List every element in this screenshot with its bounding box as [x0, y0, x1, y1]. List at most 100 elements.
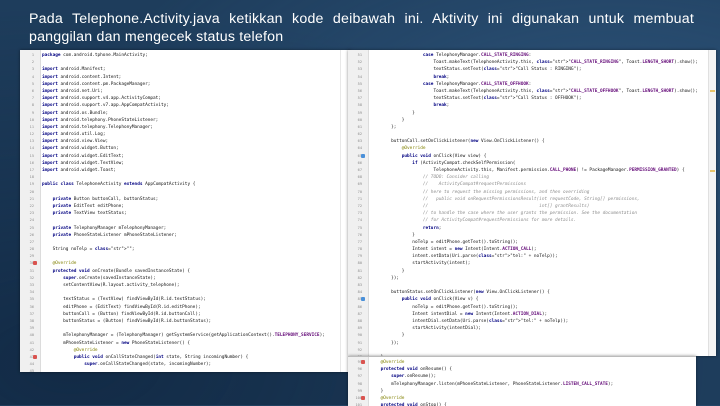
- code-line[interactable]: 25 private TelephonyManager mTelephonyMa…: [20, 225, 350, 232]
- code-line[interactable]: 20: [20, 189, 350, 196]
- code-line[interactable]: 70 // here to request the missing permis…: [348, 189, 716, 196]
- code-line[interactable]: 14 import android.widget.Button;: [20, 145, 350, 152]
- code-line[interactable]: 95 @Override: [348, 359, 696, 366]
- code-line[interactable]: 57 textStatus.setText(class="str">"Call …: [348, 95, 716, 102]
- code-line[interactable]: 80 startActivity(intent);: [348, 260, 716, 267]
- code-line[interactable]: 56 Toast.makeText(TelephoneActivity.this…: [348, 88, 716, 95]
- code-line[interactable]: 97 super.onResume();: [348, 373, 696, 380]
- code-line[interactable]: 83: [348, 282, 716, 289]
- code-line[interactable]: 17 import android.widget.Toast;: [20, 167, 350, 174]
- code-line[interactable]: 54 break;: [348, 74, 716, 81]
- code-line[interactable]: 72 // int[] grantResults): [348, 203, 716, 210]
- code-line[interactable]: 67 TelephoneActivity.this, Manifest.perm…: [348, 167, 716, 174]
- code-line[interactable]: 27: [20, 239, 350, 246]
- code-line[interactable]: 78 Intent intent = new Intent(Intent.ACT…: [348, 246, 716, 253]
- code-line[interactable]: 18: [20, 174, 350, 181]
- code-line[interactable]: 98 mTelephonyManager.listen(mPhoneStateL…: [348, 381, 696, 388]
- code-line[interactable]: 36 editPhone = (EditText) findViewById(R…: [20, 304, 350, 311]
- code-line[interactable]: 61 };: [348, 124, 716, 131]
- code-line[interactable]: 35 textStatus = (TextView) findViewById(…: [20, 296, 350, 303]
- code-line[interactable]: 44 super.onCallStateChanged(state, incom…: [20, 361, 350, 368]
- code-line[interactable]: 29: [20, 253, 350, 260]
- code-line[interactable]: 7 import android.support.v4.app.ActivityC…: [20, 95, 350, 102]
- code-line[interactable]: 77 noTelp = editPhone.getText().toString…: [348, 239, 716, 246]
- code-line[interactable]: 5 import android.content.pm.PackageManage…: [20, 81, 350, 88]
- code-line[interactable]: 90 }: [348, 332, 716, 339]
- code-line[interactable]: 3 import android.Manifest;: [20, 66, 350, 73]
- code-line[interactable]: 41 mPhoneStateListener = new PhoneStateL…: [20, 340, 350, 347]
- code-line[interactable]: 2: [20, 59, 350, 66]
- code-line[interactable]: 99 }: [348, 388, 696, 395]
- code-line[interactable]: 86 noTelp = editPhone.getText().toString…: [348, 304, 716, 311]
- code-line[interactable]: 16 import android.widget.TextView;: [20, 160, 350, 167]
- code-line[interactable]: 71 // public void onRequestPermissionsRe…: [348, 196, 716, 203]
- code-line[interactable]: 82 });: [348, 275, 716, 282]
- code-line[interactable]: 88 intentDial.setData(Uri.parse(class="s…: [348, 318, 716, 325]
- code-line[interactable]: 15 import android.widget.EditText;: [20, 153, 350, 160]
- code-line[interactable]: 53 textStatus.setText(class="str">"Call …: [348, 66, 716, 73]
- code-line[interactable]: 62: [348, 131, 716, 138]
- code-line[interactable]: 40 mTelephonyManager = (TelephonyManager…: [20, 332, 350, 339]
- code-line[interactable]: 73 // to handle the case where the user …: [348, 210, 716, 217]
- code-line[interactable]: 100 @Override: [348, 395, 696, 402]
- override-gutter-icon[interactable]: [33, 261, 37, 266]
- code-line[interactable]: 76 }: [348, 232, 716, 239]
- code-line[interactable]: 101 protected void onStop() {: [348, 402, 696, 406]
- code-line[interactable]: 39: [20, 325, 350, 332]
- code-line[interactable]: 23 private TextView textStatus;: [20, 210, 350, 217]
- override-gutter-icon[interactable]: [361, 360, 365, 364]
- code-line[interactable]: 75 return;: [348, 225, 716, 232]
- code-line[interactable]: 13 import android.view.View;: [20, 138, 350, 145]
- code-editor-panel-bottom[interactable]: 95 @Override 96 protected void onResume()…: [348, 356, 696, 406]
- code-line[interactable]: 96 protected void onResume() {: [348, 366, 696, 373]
- code-line[interactable]: 64 @Override: [348, 145, 716, 152]
- code-line[interactable]: 4 import android.content.Intent;: [20, 74, 350, 81]
- code-line[interactable]: 92: [348, 347, 716, 354]
- code-line[interactable]: 60 }: [348, 117, 716, 124]
- code-line[interactable]: 89 startActivity(intentDial);: [348, 325, 716, 332]
- code-line[interactable]: 24: [20, 217, 350, 224]
- code-line[interactable]: 9 import android.os.Bundle;: [20, 110, 350, 117]
- code-line[interactable]: 65 public void onClick(View view) {: [348, 153, 716, 160]
- code-line[interactable]: 45: [20, 368, 350, 372]
- code-line[interactable]: 19 public class TelephoneActivity extends…: [20, 181, 350, 188]
- code-line[interactable]: 68 // TODO: Consider calling: [348, 174, 716, 181]
- code-line[interactable]: 37 buttonCall = (Button) findViewById(R.…: [20, 311, 350, 318]
- code-line[interactable]: 81 }: [348, 268, 716, 275]
- code-line[interactable]: 28 String noTelp = class="str">"";: [20, 246, 350, 253]
- code-editor-panel-right[interactable]: 51 case TelephonyManager.CALL_STATE_RING…: [348, 50, 716, 356]
- code-editor-panel-left[interactable]: 1 package com.android.tphone.MainActivity…: [20, 50, 350, 372]
- code-line[interactable]: 43 public void onCallStateChanged(int st…: [20, 354, 350, 361]
- code-line[interactable]: 55 case TelephonyManager.CALL_STATE_OFFH…: [348, 81, 716, 88]
- code-line[interactable]: 6 import android.net.Uri;: [20, 88, 350, 95]
- code-line[interactable]: 58 break;: [348, 102, 716, 109]
- override-gutter-icon[interactable]: [361, 395, 365, 400]
- code-line[interactable]: 91 });: [348, 340, 716, 347]
- code-line[interactable]: 32 super.onCreate(savedInstanceState);: [20, 275, 350, 282]
- code-line[interactable]: 11 import android.telephony.TelephonyMana…: [20, 124, 350, 131]
- code-line[interactable]: 22 private EditText editPhone;: [20, 203, 350, 210]
- code-line[interactable]: 79 intent.setData(Uri.parse(class="str">…: [348, 253, 716, 260]
- code-line[interactable]: 30 @Override: [20, 260, 350, 267]
- code-line[interactable]: 12 import android.util.Log;: [20, 131, 350, 138]
- code-line[interactable]: 31 protected void onCreate(Bundle savedI…: [20, 268, 350, 275]
- code-line[interactable]: 52 Toast.makeText(TelephoneActivity.this…: [348, 59, 716, 66]
- code-line[interactable]: 34: [20, 289, 350, 296]
- code-line[interactable]: 42 @Override: [20, 347, 350, 354]
- code-line[interactable]: 1 package com.android.tphone.MainActivity…: [20, 52, 350, 59]
- code-line[interactable]: 84 buttonStatus.setOnClickListener(new V…: [348, 289, 716, 296]
- override-gutter-icon[interactable]: [33, 354, 37, 359]
- code-line[interactable]: 66 if (ActivityCompat.checkSelfPermissio…: [348, 160, 716, 167]
- code-line[interactable]: 51 case TelephonyManager.CALL_STATE_RING…: [348, 52, 716, 59]
- code-line[interactable]: 26 private PhoneStateListener mPhoneStat…: [20, 232, 350, 239]
- editor-scrollbar[interactable]: [708, 50, 716, 356]
- code-line[interactable]: 63 buttonCall.setOnClickListener(new Vie…: [348, 138, 716, 145]
- code-line[interactable]: 69 // ActivityCompat#requestPermissions: [348, 181, 716, 188]
- code-line[interactable]: 8 import android.support.v7.app.AppCompat…: [20, 102, 350, 109]
- code-line[interactable]: 74 // for ActivityCompat#requestPermissi…: [348, 217, 716, 224]
- code-line[interactable]: 38 buttonStatus = (Button) findViewById(…: [20, 318, 350, 325]
- code-line[interactable]: 10 import android.telephony.PhoneStateLis…: [20, 117, 350, 124]
- implements-gutter-icon[interactable]: [361, 297, 365, 302]
- code-line[interactable]: 87 Intent intentDial = new Intent(Intent…: [348, 311, 716, 318]
- code-line[interactable]: 33 setContentView(R.layout.activity_tele…: [20, 282, 350, 289]
